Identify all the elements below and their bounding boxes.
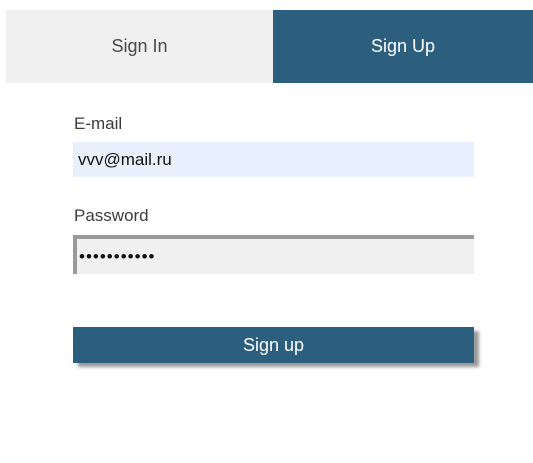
tab-sign-up[interactable]: Sign Up bbox=[273, 10, 533, 83]
sign-up-button[interactable]: Sign up bbox=[73, 327, 474, 363]
password-input[interactable] bbox=[73, 235, 474, 274]
tab-sign-in[interactable]: Sign In bbox=[6, 10, 273, 83]
email-input[interactable] bbox=[73, 142, 474, 177]
password-label: Password bbox=[74, 206, 149, 225]
auth-tabs: Sign In Sign Up bbox=[6, 10, 533, 83]
email-label: E-mail bbox=[74, 114, 123, 133]
